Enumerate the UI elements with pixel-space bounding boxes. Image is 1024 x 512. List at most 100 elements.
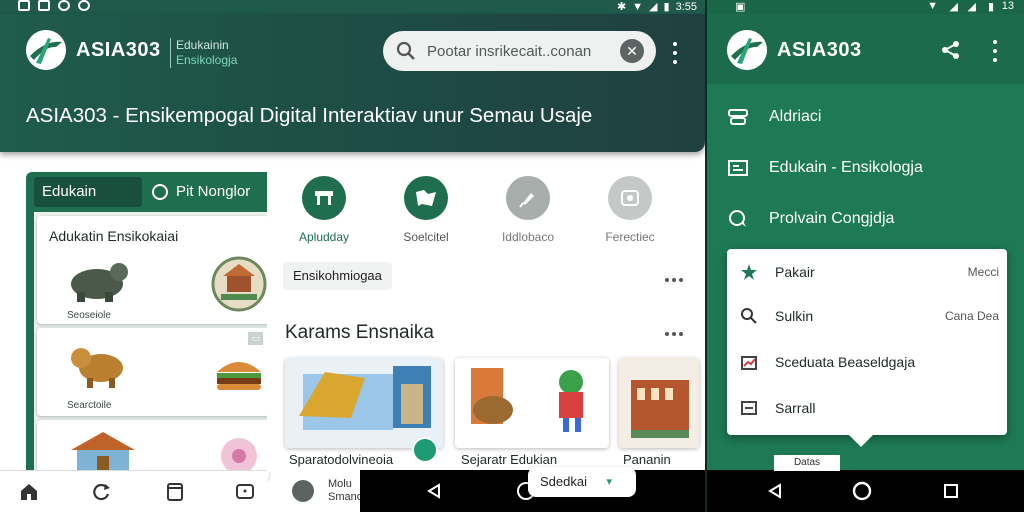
- section-title: Karams Ensnaika: [285, 322, 434, 343]
- menu-item-sarrall[interactable]: Sarrall: [739, 393, 999, 423]
- list-item[interactable]: ▭ Searctoile: [37, 328, 269, 416]
- house-illustration: [71, 432, 135, 472]
- battery-icon: ▮: [987, 1, 994, 13]
- flower-illustration: [221, 438, 257, 474]
- content-card[interactable]: [619, 358, 699, 448]
- menu-item-sulkin[interactable]: Sulkin Cana Dea: [739, 301, 999, 331]
- category-apludday[interactable]: Apludday: [279, 176, 369, 244]
- more-horizontal-icon[interactable]: [665, 332, 683, 336]
- category-soelcitel[interactable]: Soelcitel: [381, 176, 471, 244]
- refresh-icon[interactable]: [90, 481, 112, 503]
- wifi-icon: ▼: [927, 0, 938, 12]
- building-thumbnail: [619, 358, 699, 448]
- category-ferectiec[interactable]: Ferectiec: [585, 176, 675, 244]
- education-panel: Edukain Pit Nonglor Adukatin Ensikokaiai: [26, 172, 271, 480]
- mini-player-text: Molu Smano: [328, 478, 363, 503]
- back-icon[interactable]: [426, 483, 442, 499]
- card-list: Adukatin Ensikokaiai Seoseiole ▭ Searcto…: [34, 212, 271, 480]
- back-icon[interactable]: [767, 483, 783, 499]
- monitor-icon: [727, 158, 749, 178]
- bear-book-thumbnail: [455, 358, 609, 448]
- bottom-label: Datas: [774, 455, 840, 471]
- app-brand: ASIA303: [76, 39, 161, 61]
- page-title: ASIA303 - Ensikempogal Digital Interakti…: [26, 104, 593, 127]
- app-brand: ASIA303: [777, 39, 862, 61]
- dropdown-chip[interactable]: Sdedkai ▾: [528, 467, 636, 497]
- system-navigation-bar: [707, 470, 1024, 512]
- chat-notification-icon: [58, 0, 70, 11]
- search-bar[interactable]: Pootar insrikecait..conan ✕: [383, 31, 656, 71]
- search-icon: [396, 41, 415, 60]
- signal-icon: ◢: [649, 1, 658, 13]
- status-bar: ▣ 13 ▮ ◢ ◢ ▼: [707, 0, 1024, 14]
- list-icon: [739, 398, 759, 418]
- bluetooth-icon: ✱: [616, 1, 627, 13]
- signal-icon: ◢: [949, 1, 958, 13]
- notification-icon: ▣: [735, 1, 746, 13]
- drawer-item-edukain-ensikologja[interactable]: Edukain - Ensikologja: [727, 153, 923, 183]
- map-icon: [404, 176, 448, 220]
- mini-player[interactable]: Molu Smano: [282, 470, 363, 512]
- status-time: 3:55: [675, 0, 697, 13]
- avatar: [292, 480, 314, 502]
- chevron-down-icon: ▾: [606, 476, 612, 488]
- more-options-icon[interactable]: [992, 40, 998, 62]
- search-input[interactable]: Pootar insrikecait..conan: [427, 43, 620, 60]
- card-caption: Sparatodolvineoia: [289, 452, 394, 467]
- notification-icon: [18, 0, 30, 11]
- clock-icon: [152, 184, 168, 200]
- tab-pit-nonglor[interactable]: Pit Nonglor: [152, 177, 250, 207]
- status-bar: ✱ ▼ ◢ ▮ 3:55: [0, 0, 705, 14]
- signal-icon: ◢: [967, 1, 976, 13]
- category-iddlobaco[interactable]: Iddlobaco: [483, 176, 573, 244]
- category-row: Apludday Soelcitel Iddlobaco Ferectiec: [267, 172, 705, 252]
- status-time: 13: [1001, 0, 1014, 12]
- home-circle-icon[interactable]: [852, 481, 872, 501]
- chat-fab-icon[interactable]: [412, 437, 438, 463]
- card-tag: ▭: [248, 332, 263, 345]
- content-card[interactable]: [285, 358, 443, 448]
- share-icon[interactable]: [941, 40, 961, 60]
- list-item[interactable]: Adukatin Ensikokaiai Seoseiole: [37, 216, 269, 324]
- content-card[interactable]: [455, 358, 609, 448]
- image-icon: [38, 0, 50, 11]
- home-icon[interactable]: [18, 481, 40, 503]
- menu-item-pakair[interactable]: Pakair Mecci: [739, 257, 999, 287]
- chat-icon[interactable]: [234, 481, 256, 503]
- more-horizontal-icon[interactable]: [665, 278, 683, 282]
- app-header: ASIA303 Edukainin Ensikologja Pootar ins…: [0, 14, 705, 152]
- eye-icon: [78, 0, 90, 11]
- table-icon: [302, 176, 346, 220]
- battery-icon: ▮: [663, 1, 670, 13]
- card-title: Adukatin Ensikokaiai: [49, 228, 179, 244]
- burger-illustration: [217, 362, 261, 390]
- search-icon: [739, 306, 759, 326]
- tab-edukain[interactable]: Edukain: [34, 177, 142, 207]
- app-logo: [727, 30, 767, 70]
- more-options-icon[interactable]: [672, 42, 678, 64]
- card-caption: Searctoile: [67, 400, 112, 411]
- book-icon: [608, 176, 652, 220]
- bear-illustration: [71, 263, 128, 302]
- app-logo: [26, 30, 66, 70]
- screen: ✱ ▼ ◢ ▮ 3:55 ASIA303 Edukainin Ensikolog…: [0, 0, 1024, 512]
- app-subtitle: Edukainin Ensikologja: [170, 38, 237, 68]
- menu-item-sceduata[interactable]: Sceduata Beaseldgaja: [739, 347, 999, 377]
- wifi-icon: ▼: [632, 0, 644, 13]
- clear-search-icon[interactable]: ✕: [620, 39, 644, 63]
- drawer-item-prolvain-congjdja[interactable]: Prolvain Congjdja: [727, 204, 894, 234]
- card-caption: Seoseiole: [67, 310, 111, 321]
- book-icon[interactable]: [164, 481, 186, 503]
- artifact-thumbnail: [285, 358, 443, 448]
- recents-icon[interactable]: [943, 483, 959, 499]
- layers-icon: [727, 107, 749, 127]
- animal-illustration: [71, 348, 123, 388]
- card-caption: Sejaratr Edukian: [461, 452, 558, 467]
- encyclopedia-chip[interactable]: Ensikohmiogaa: [283, 262, 392, 290]
- drawer-item-aldriaci[interactable]: Aldriaci: [727, 102, 821, 132]
- report-icon: [739, 352, 759, 372]
- pin-icon: [506, 176, 550, 220]
- main-content: Apludday Soelcitel Iddlobaco Ferectiec E…: [267, 172, 705, 472]
- chat-icon: [727, 209, 749, 229]
- temple-illustration: [211, 256, 267, 312]
